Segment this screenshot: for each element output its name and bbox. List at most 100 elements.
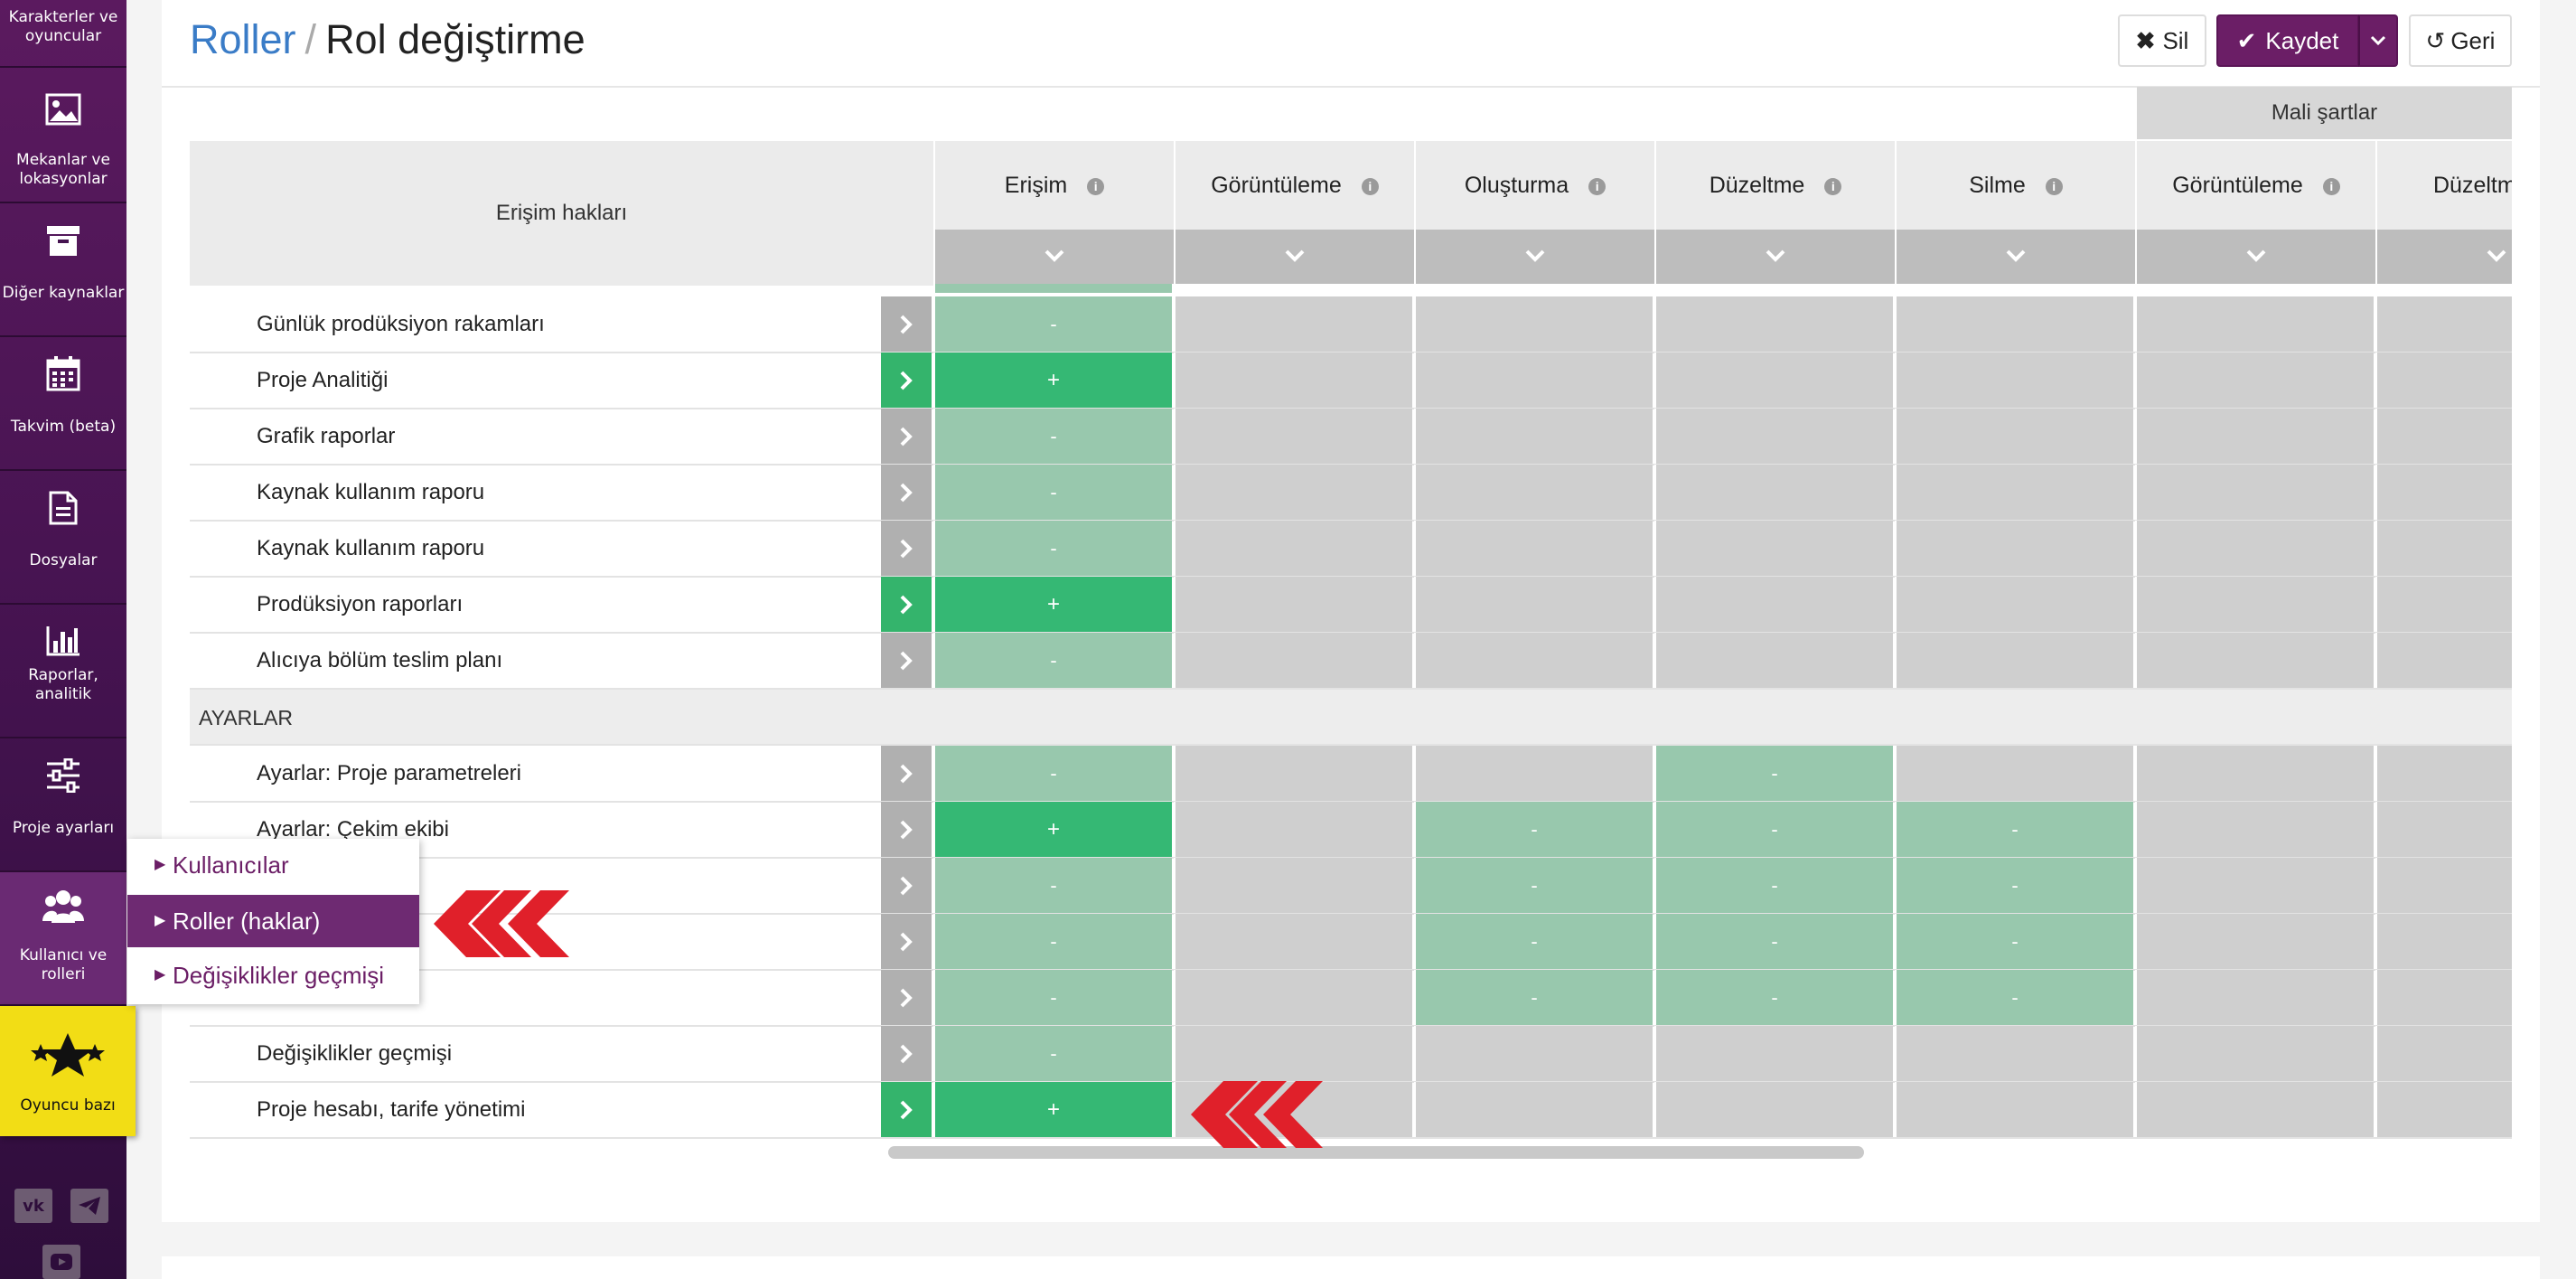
permission-cell[interactable]: +: [933, 577, 1172, 632]
permission-cell[interactable]: -: [933, 633, 1172, 688]
row-toggle-button[interactable]: [881, 577, 932, 632]
permission-cell[interactable]: [1414, 296, 1653, 352]
permission-cell[interactable]: [2135, 465, 2374, 520]
row-toggle-button[interactable]: [881, 409, 932, 464]
info-icon[interactable]: i: [1361, 177, 1379, 195]
permission-cell[interactable]: [2135, 521, 2374, 576]
permission-cell[interactable]: +: [933, 802, 1172, 857]
sidebar-item-other-resources[interactable]: Diğer kaynaklar: [0, 203, 126, 337]
permission-cell[interactable]: [1895, 409, 2133, 464]
permission-cell[interactable]: [2135, 1082, 2374, 1137]
permission-cell[interactable]: -: [1414, 970, 1653, 1025]
column-dropdown[interactable]: [1414, 230, 1654, 284]
permission-cell[interactable]: [1654, 409, 1893, 464]
info-icon[interactable]: i: [2322, 177, 2340, 195]
info-icon[interactable]: i: [1824, 177, 1842, 195]
permission-cell[interactable]: [1654, 633, 1893, 688]
permission-cell[interactable]: [2375, 914, 2512, 969]
permission-cell[interactable]: -: [1895, 914, 2133, 969]
permission-cell[interactable]: -: [1414, 914, 1653, 969]
permission-cell[interactable]: [1414, 521, 1653, 576]
vk-icon[interactable]: vk: [14, 1189, 52, 1223]
permission-cell[interactable]: [1414, 633, 1653, 688]
permission-cell[interactable]: [1174, 353, 1412, 408]
delete-button[interactable]: ✖ Sil: [2118, 14, 2206, 67]
permission-cell[interactable]: [2375, 746, 2512, 801]
permission-cell[interactable]: [2375, 409, 2512, 464]
permission-cell[interactable]: -: [933, 296, 1172, 352]
permission-cell[interactable]: -: [1895, 970, 2133, 1025]
permission-cell[interactable]: [1414, 1082, 1653, 1137]
row-toggle-button[interactable]: [881, 296, 932, 352]
row-toggle-button[interactable]: [881, 465, 932, 520]
permission-cell[interactable]: [2375, 465, 2512, 520]
permission-cell[interactable]: [1895, 1026, 2133, 1081]
permission-cell[interactable]: [1895, 521, 2133, 576]
permission-cell[interactable]: [1174, 521, 1412, 576]
horizontal-scrollbar[interactable]: [888, 1146, 1864, 1159]
permission-cell[interactable]: -: [933, 746, 1172, 801]
permission-cell[interactable]: [1174, 633, 1412, 688]
permission-cell[interactable]: [1895, 1082, 2133, 1137]
permission-cell[interactable]: [2375, 521, 2512, 576]
breadcrumb-roles[interactable]: Roller: [190, 16, 296, 62]
permission-cell[interactable]: [1174, 409, 1412, 464]
info-icon[interactable]: i: [1588, 177, 1606, 195]
permission-cell[interactable]: [2375, 1082, 2512, 1137]
permission-cell[interactable]: -: [933, 521, 1172, 576]
permission-cell[interactable]: [1414, 577, 1653, 632]
permission-cell[interactable]: [2135, 409, 2374, 464]
permission-cell[interactable]: [2375, 858, 2512, 913]
permission-cell[interactable]: [1895, 577, 2133, 632]
info-icon[interactable]: i: [1087, 177, 1105, 195]
permission-cell[interactable]: [2135, 633, 2374, 688]
permission-cell[interactable]: -: [1895, 858, 2133, 913]
permission-cell[interactable]: -: [1654, 914, 1893, 969]
permission-cell[interactable]: -: [933, 914, 1172, 969]
column-dropdown[interactable]: [2135, 230, 2375, 284]
permission-cell[interactable]: [1654, 577, 1893, 632]
permission-cell[interactable]: -: [933, 858, 1172, 913]
permission-cell[interactable]: [1654, 521, 1893, 576]
permission-cell[interactable]: [1414, 409, 1653, 464]
permission-cell[interactable]: [1414, 353, 1653, 408]
permission-cell[interactable]: [2375, 633, 2512, 688]
permission-cell[interactable]: [1174, 914, 1412, 969]
permission-cell[interactable]: [2135, 577, 2374, 632]
permission-cell[interactable]: [2375, 1026, 2512, 1081]
permission-cell[interactable]: +: [933, 1082, 1172, 1137]
sidebar-item-characters[interactable]: Karakterler ve oyuncular: [0, 0, 126, 68]
permission-cell[interactable]: +: [933, 353, 1172, 408]
sidebar-item-files[interactable]: Dosyalar: [0, 471, 126, 605]
permission-cell[interactable]: [1174, 746, 1412, 801]
permission-cell[interactable]: [1895, 746, 2133, 801]
column-dropdown[interactable]: [933, 230, 1174, 284]
permission-cell[interactable]: [1654, 465, 1893, 520]
row-toggle-button[interactable]: [881, 1082, 932, 1137]
row-toggle-button[interactable]: [881, 521, 932, 576]
permission-cell[interactable]: -: [933, 1026, 1172, 1081]
permission-cell[interactable]: [1414, 465, 1653, 520]
column-dropdown[interactable]: [1174, 230, 1414, 284]
permission-cell[interactable]: [2135, 296, 2374, 352]
back-button[interactable]: ↺ Geri: [2409, 14, 2512, 67]
permission-cell[interactable]: [1895, 465, 2133, 520]
row-toggle-button[interactable]: [881, 802, 932, 857]
row-toggle-button[interactable]: [881, 970, 932, 1025]
row-toggle-button[interactable]: [881, 633, 932, 688]
permission-cell[interactable]: [1174, 577, 1412, 632]
permission-cell[interactable]: -: [1654, 802, 1893, 857]
permission-cell[interactable]: [1895, 633, 2133, 688]
permission-cell[interactable]: [1174, 970, 1412, 1025]
permission-cell[interactable]: -: [933, 970, 1172, 1025]
permission-cell[interactable]: [2135, 1026, 2374, 1081]
sidebar-item-locations[interactable]: Mekanlar ve lokasyonlar: [0, 68, 126, 203]
permission-cell[interactable]: [2135, 914, 2374, 969]
permission-cell[interactable]: -: [1895, 802, 2133, 857]
permission-cell[interactable]: -: [1654, 858, 1893, 913]
permission-cell[interactable]: [2135, 970, 2374, 1025]
telegram-icon[interactable]: [70, 1189, 108, 1223]
permission-cell[interactable]: [1174, 296, 1412, 352]
row-toggle-button[interactable]: [881, 1026, 932, 1081]
column-dropdown[interactable]: [2375, 230, 2512, 284]
